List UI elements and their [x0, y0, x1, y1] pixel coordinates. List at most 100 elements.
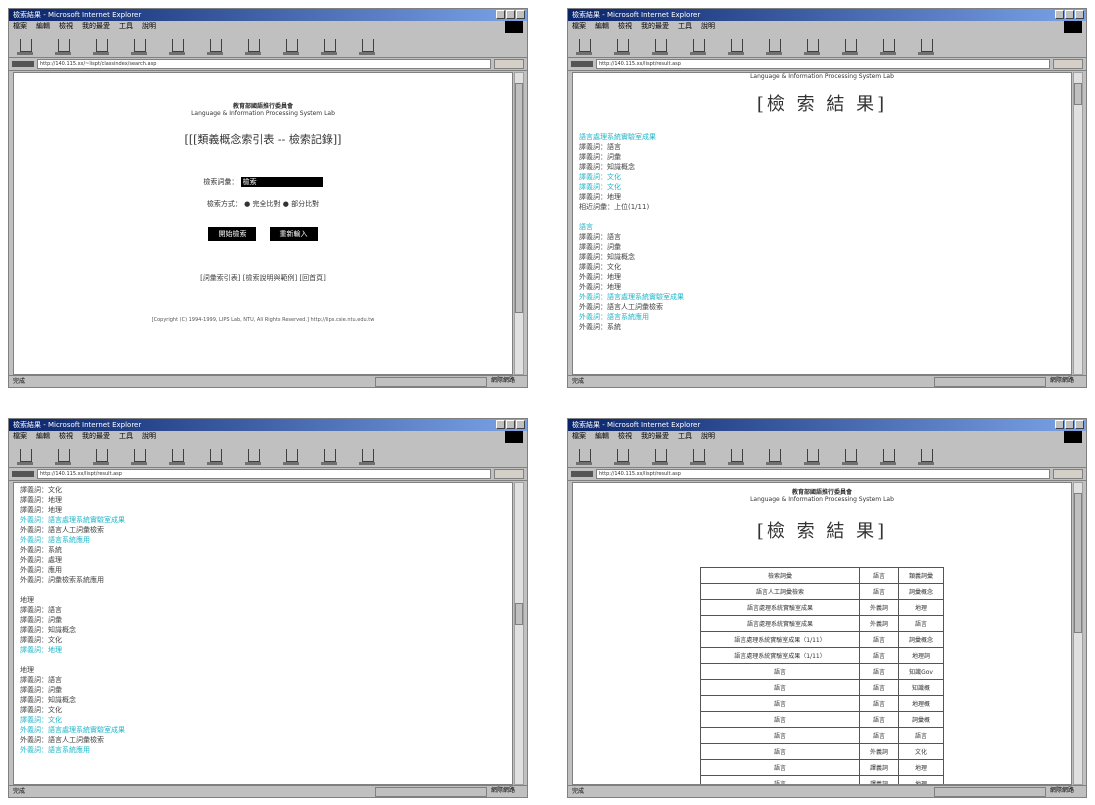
maximize-icon[interactable]: [1065, 10, 1074, 19]
refresh-icon[interactable]: [129, 445, 149, 465]
result-line[interactable]: 外義詞：語言處理系統實驗室成果: [579, 292, 1071, 302]
menu-tools[interactable]: 工具: [119, 431, 133, 442]
minimize-icon[interactable]: [496, 420, 505, 429]
mail-icon[interactable]: [319, 35, 339, 55]
close-icon[interactable]: [1075, 10, 1084, 19]
back-icon[interactable]: [574, 35, 594, 55]
go-button[interactable]: [1053, 469, 1083, 479]
print-icon[interactable]: [916, 445, 936, 465]
menu-favorites[interactable]: 我的最愛: [82, 21, 110, 32]
minimize-icon[interactable]: [1055, 10, 1064, 19]
menu-view[interactable]: 檢視: [618, 21, 632, 32]
result-line[interactable]: 外義詞：語言處理系統實驗室成果: [20, 515, 512, 525]
result-line[interactable]: 外義詞：語言系統應用: [579, 312, 1071, 322]
mail-icon[interactable]: [878, 35, 898, 55]
minimize-icon[interactable]: [496, 10, 505, 19]
back-icon[interactable]: [15, 445, 35, 465]
reset-button[interactable]: 重新輸入: [269, 227, 318, 241]
refresh-icon[interactable]: [688, 35, 708, 55]
mail-icon[interactable]: [319, 445, 339, 465]
address-input[interactable]: http://140.115.xx/~lispt/classindex/sear…: [37, 59, 491, 69]
result-line[interactable]: 外義詞：語言處理系統實驗室成果: [20, 725, 512, 735]
minimize-icon[interactable]: [1055, 420, 1064, 429]
home-icon[interactable]: [167, 35, 187, 55]
radio-partial[interactable]: ● 部分比對: [283, 200, 319, 208]
search-input[interactable]: 檢索: [240, 177, 323, 187]
menu-view[interactable]: 檢視: [618, 431, 632, 442]
history-icon[interactable]: [281, 35, 301, 55]
stop-icon[interactable]: [91, 445, 111, 465]
address-input[interactable]: http://140.115.xx/lispt/result.asp: [37, 469, 491, 479]
vertical-scrollbar[interactable]: [1073, 72, 1083, 375]
result-line[interactable]: 譯義詞：地理: [20, 645, 512, 655]
forward-icon[interactable]: [53, 35, 73, 55]
home-icon[interactable]: [726, 35, 746, 55]
home-icon[interactable]: [167, 445, 187, 465]
menu-help[interactable]: 說明: [701, 431, 715, 442]
favorites-icon[interactable]: [802, 445, 822, 465]
menu-tools[interactable]: 工具: [678, 21, 692, 32]
stop-icon[interactable]: [91, 35, 111, 55]
search-icon[interactable]: [205, 445, 225, 465]
maximize-icon[interactable]: [506, 10, 515, 19]
menu-edit[interactable]: 編輯: [595, 431, 609, 442]
maximize-icon[interactable]: [506, 420, 515, 429]
menu-file[interactable]: 檔案: [572, 431, 586, 442]
search-icon[interactable]: [205, 35, 225, 55]
go-button[interactable]: [1053, 59, 1083, 69]
maximize-icon[interactable]: [1065, 420, 1074, 429]
close-icon[interactable]: [516, 420, 525, 429]
forward-icon[interactable]: [53, 445, 73, 465]
forward-icon[interactable]: [612, 35, 632, 55]
menu-favorites[interactable]: 我的最愛: [641, 431, 669, 442]
address-input[interactable]: http://140.115.xx/lispt/result.asp: [596, 469, 1050, 479]
mail-icon[interactable]: [878, 445, 898, 465]
print-icon[interactable]: [357, 445, 377, 465]
close-icon[interactable]: [1075, 420, 1084, 429]
menu-tools[interactable]: 工具: [119, 21, 133, 32]
close-icon[interactable]: [516, 10, 525, 19]
address-input[interactable]: http://140.115.xx/lispt/result.asp: [596, 59, 1050, 69]
menu-file[interactable]: 檔案: [13, 21, 27, 32]
print-icon[interactable]: [916, 35, 936, 55]
menu-help[interactable]: 說明: [701, 21, 715, 32]
home-icon[interactable]: [726, 445, 746, 465]
result-line[interactable]: 語言處理系統實驗室成果: [579, 132, 1071, 142]
search-icon[interactable]: [764, 35, 784, 55]
start-search-button[interactable]: 開始檢索: [208, 227, 257, 241]
menu-tools[interactable]: 工具: [678, 431, 692, 442]
menu-edit[interactable]: 編輯: [36, 431, 50, 442]
stop-icon[interactable]: [650, 445, 670, 465]
result-line[interactable]: 語言: [579, 222, 1071, 232]
history-icon[interactable]: [281, 445, 301, 465]
menu-file[interactable]: 檔案: [572, 21, 586, 32]
result-line[interactable]: 外義詞：語言系統應用: [20, 745, 512, 755]
back-icon[interactable]: [574, 445, 594, 465]
menu-help[interactable]: 說明: [142, 431, 156, 442]
refresh-icon[interactable]: [129, 35, 149, 55]
go-button[interactable]: [494, 59, 524, 69]
refresh-icon[interactable]: [688, 445, 708, 465]
history-icon[interactable]: [840, 35, 860, 55]
result-line[interactable]: 譯義詞：文化: [20, 715, 512, 725]
print-icon[interactable]: [357, 35, 377, 55]
vertical-scrollbar[interactable]: [514, 482, 524, 785]
forward-icon[interactable]: [612, 445, 632, 465]
stop-icon[interactable]: [650, 35, 670, 55]
menu-help[interactable]: 說明: [142, 21, 156, 32]
favorites-icon[interactable]: [243, 445, 263, 465]
search-icon[interactable]: [764, 445, 784, 465]
menu-file[interactable]: 檔案: [13, 431, 27, 442]
vertical-scrollbar[interactable]: [1073, 482, 1083, 785]
menu-favorites[interactable]: 我的最愛: [82, 431, 110, 442]
result-line[interactable]: 譯義詞：文化: [579, 182, 1071, 192]
footer-links[interactable]: [詞彙索引表] [檢索說明與範例] [回首頁]: [14, 273, 512, 283]
menu-edit[interactable]: 編輯: [595, 21, 609, 32]
result-line[interactable]: 譯義詞：文化: [579, 172, 1071, 182]
go-button[interactable]: [494, 469, 524, 479]
menu-view[interactable]: 檢視: [59, 431, 73, 442]
menu-favorites[interactable]: 我的最愛: [641, 21, 669, 32]
result-line[interactable]: 外義詞：語言系統應用: [20, 535, 512, 545]
radio-exact[interactable]: ● 完全比對: [244, 200, 280, 208]
vertical-scrollbar[interactable]: [514, 72, 524, 375]
